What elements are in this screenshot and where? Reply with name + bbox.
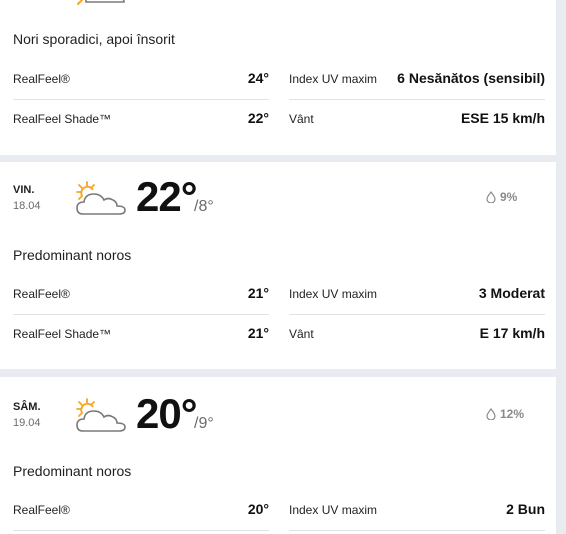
realfeel-label: RealFeel® (13, 503, 70, 517)
realfeel-row: RealFeel® 21° (13, 275, 269, 315)
realfeel-shade-label: RealFeel Shade™ (13, 112, 112, 126)
day-header: SÂM. 19.04 20° /9° 12% (13, 393, 533, 445)
realfeel-row: RealFeel® 20° (13, 491, 269, 531)
wind-value: ESE 15 km/h (460, 110, 545, 126)
raindrop-icon (486, 408, 496, 420)
realfeel-label: RealFeel® (13, 287, 70, 301)
low-temperature: /9° (194, 415, 214, 432)
weather-phrase: Predominant noros (13, 247, 132, 263)
raindrop-icon (486, 191, 496, 203)
realfeel-value: 21° (247, 285, 269, 301)
daily-forecast-page: Nori sporadici, apoi însorit RealFeel® 2… (0, 0, 566, 534)
high-temperature: 22° (136, 173, 198, 220)
uv-index-row: Index UV maxim 6 Nesănătos (sensibil) (289, 60, 545, 100)
wind-value: E 17 km/h (479, 325, 545, 341)
forecast-card-day-1[interactable]: Nori sporadici, apoi însorit RealFeel® 2… (0, 0, 556, 155)
uv-index-value: 2 Bun (506, 501, 545, 517)
realfeel-shade-row: RealFeel Shade™ 21° (13, 315, 269, 355)
wind-label: Vânt (289, 327, 314, 341)
uv-index-value: 6 Nesănătos (sensibil) (397, 70, 545, 86)
realfeel-shade-row: RealFeel Shade™ 22° (13, 100, 269, 140)
wind-row: Vânt E 17 km/h (289, 315, 545, 355)
precipitation: 9% (486, 190, 517, 204)
day-of-week: VIN. (13, 184, 35, 196)
partly-sunny-icon (72, 0, 128, 10)
day-date: 18.04 (13, 200, 41, 212)
realfeel-value: 24° (247, 70, 269, 86)
mostly-cloudy-icon (73, 397, 129, 437)
day-of-week: SÂM. (13, 401, 41, 413)
weather-phrase: Predominant noros (13, 463, 132, 479)
realfeel-value: 20° (247, 501, 269, 517)
mostly-cloudy-icon (73, 180, 129, 220)
realfeel-shade-label: RealFeel Shade™ (13, 327, 112, 341)
forecast-card-day-3[interactable]: SÂM. 19.04 20° /9° 12% Predominant noros… (0, 377, 556, 534)
day-header: VIN. 18.04 22° /8° 9% (13, 176, 533, 228)
precipitation-value: 12% (500, 407, 525, 421)
uv-index-row: Index UV maxim 2 Bun (289, 491, 545, 531)
weather-phrase: Nori sporadici, apoi însorit (13, 31, 175, 47)
low-temperature: /8° (194, 198, 214, 215)
precipitation: 12% (486, 407, 524, 421)
forecast-card-day-2[interactable]: VIN. 18.04 22° /8° 9% Predominant noros … (0, 162, 556, 369)
realfeel-row: RealFeel® 24° (13, 60, 269, 100)
precipitation-value: 9% (500, 190, 518, 204)
high-temperature: 20° (136, 390, 198, 437)
realfeel-label: RealFeel® (13, 72, 70, 86)
uv-index-label: Index UV maxim (289, 287, 378, 301)
realfeel-shade-value: 22° (247, 110, 269, 126)
uv-index-label: Index UV maxim (289, 503, 378, 517)
wind-label: Vânt (289, 112, 314, 126)
day-date: 19.04 (13, 417, 41, 429)
uv-index-label: Index UV maxim (289, 72, 378, 86)
uv-index-row: Index UV maxim 3 Moderat (289, 275, 545, 315)
uv-index-value: 3 Moderat (478, 285, 545, 301)
realfeel-shade-value: 21° (247, 325, 269, 341)
wind-row: Vânt ESE 15 km/h (289, 100, 545, 140)
